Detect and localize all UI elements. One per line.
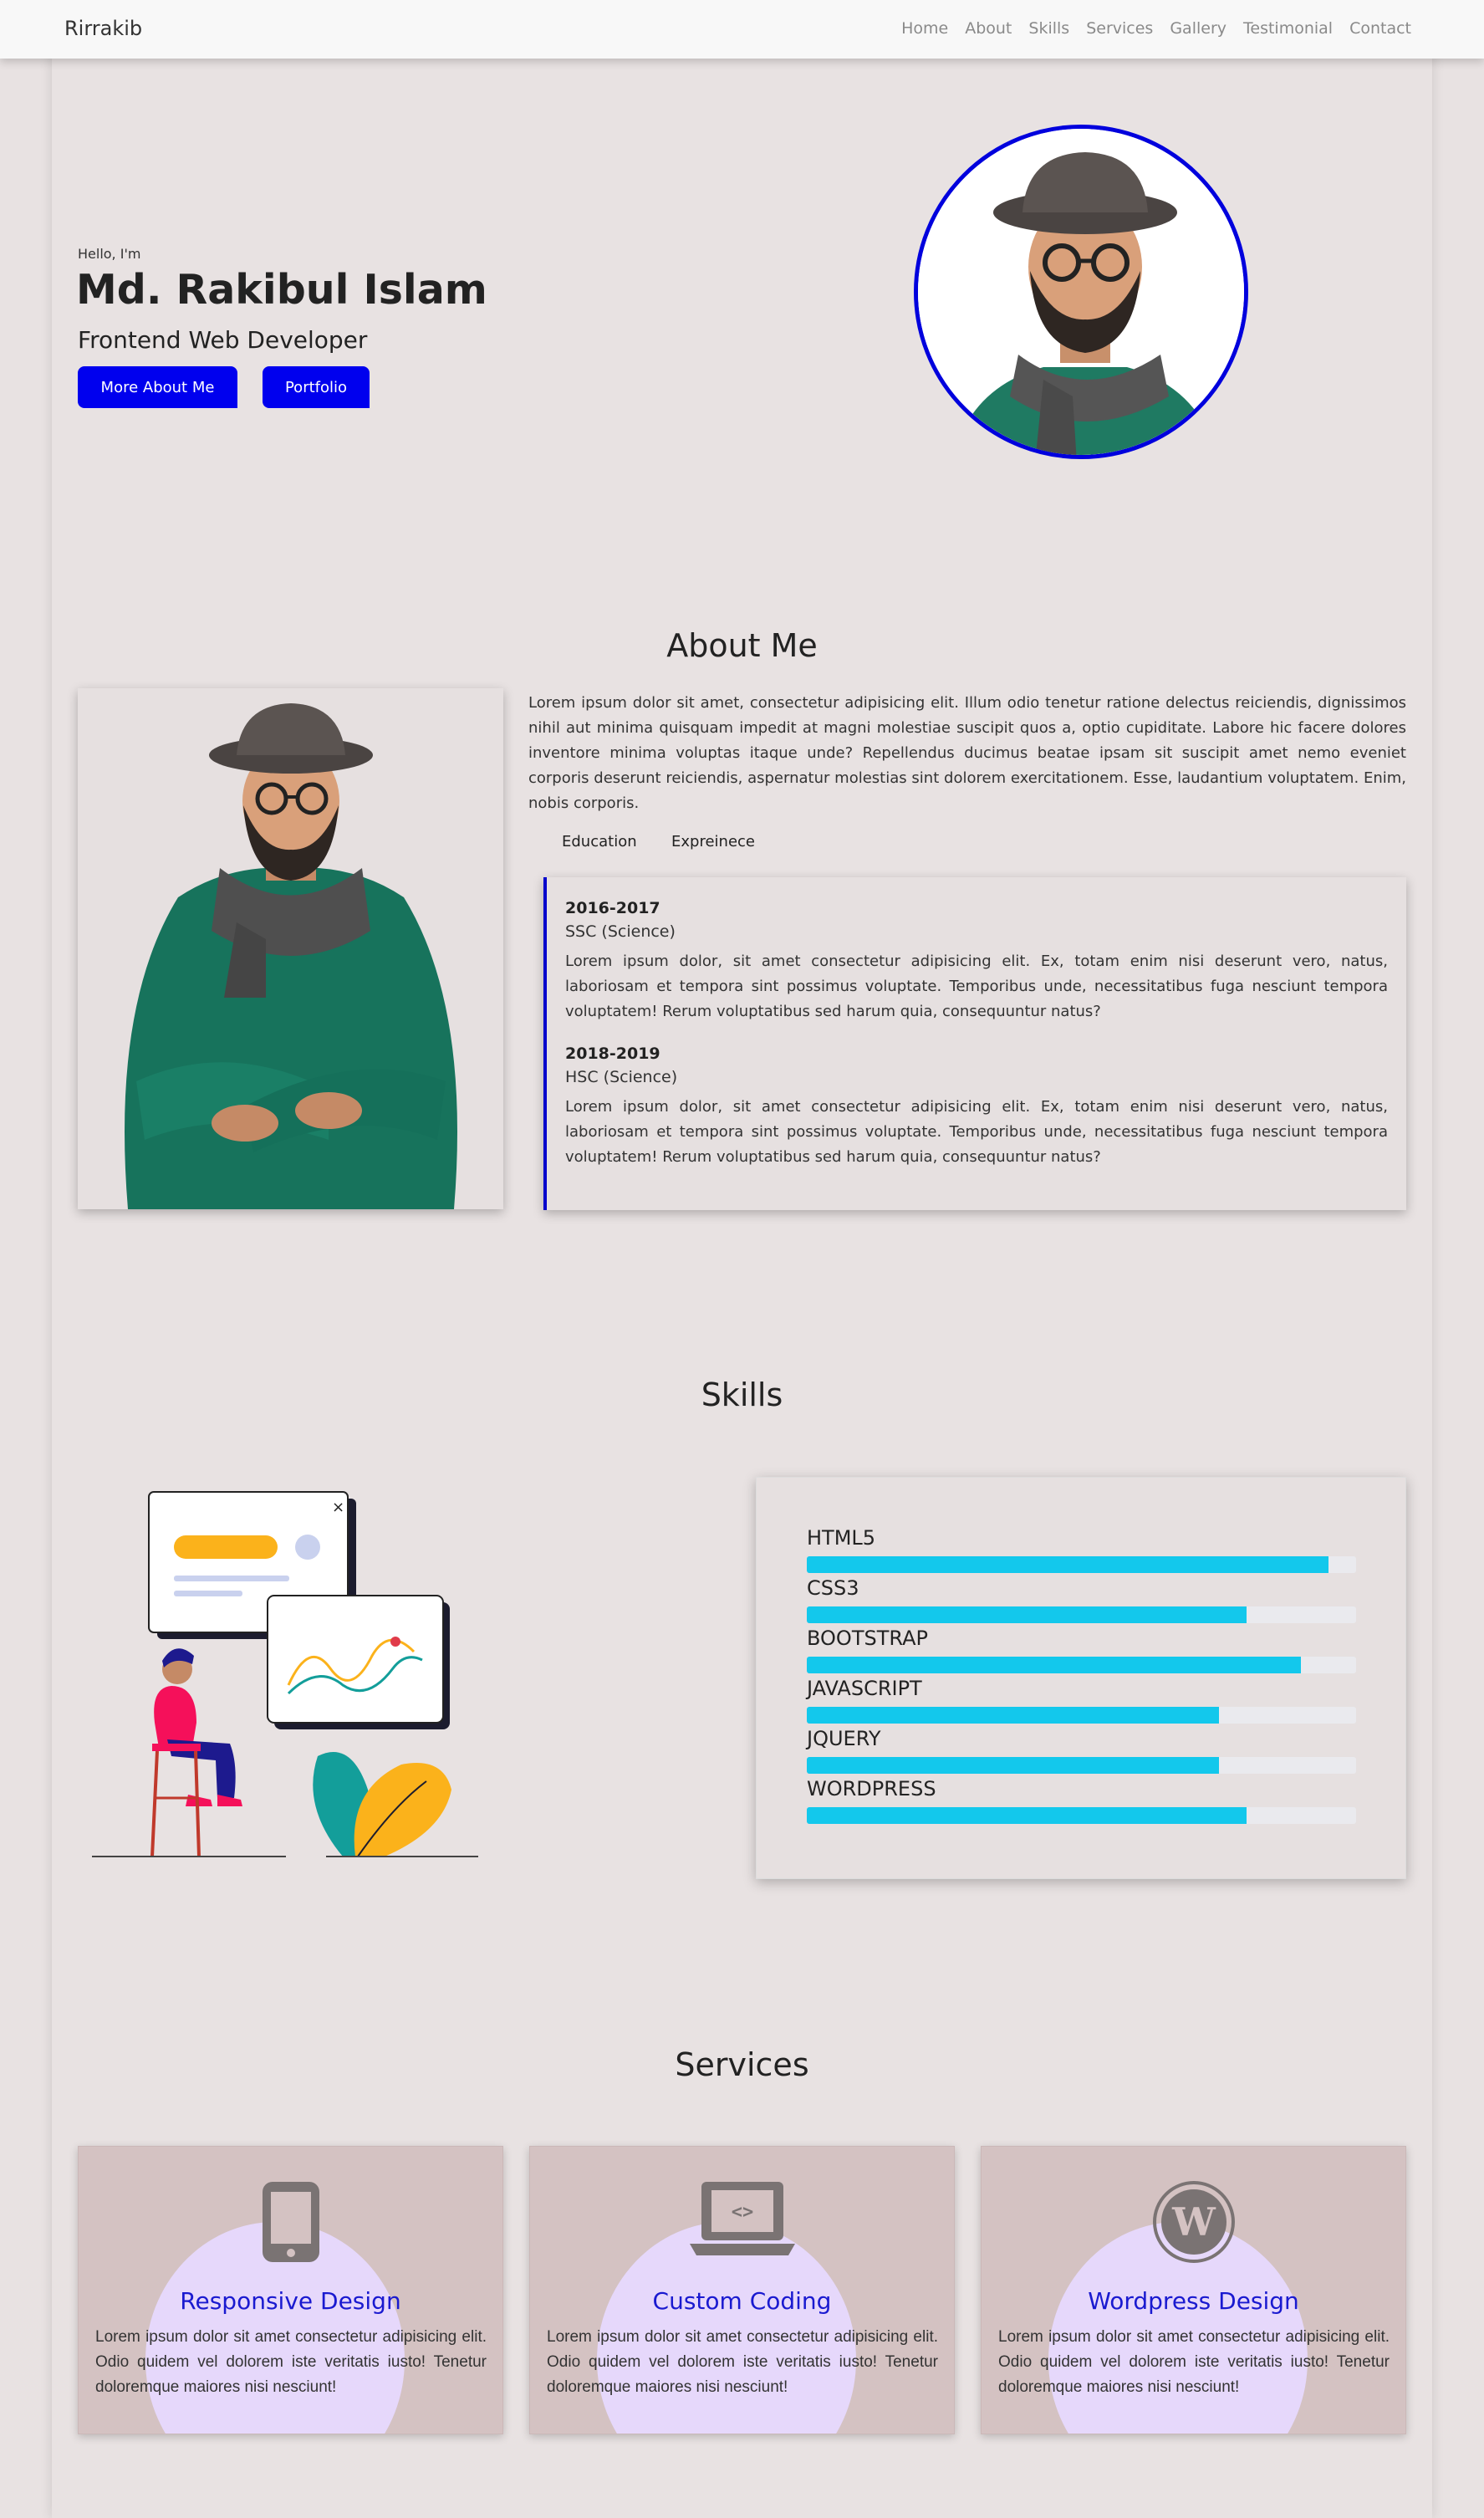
timeline-degree: SSC (Science) [565, 922, 676, 941]
svg-text:<>: <> [731, 2202, 753, 2223]
service-description: Lorem ipsum dolor sit amet consectetur a… [95, 2328, 487, 2396]
skill-progress-fill [807, 1757, 1219, 1774]
svg-text:W: W [1171, 2199, 1216, 2245]
skill-name: WORDPRESS [807, 1777, 936, 1800]
skill-progress-track [807, 1757, 1356, 1774]
timeline-year: 2018-2019 [565, 1044, 660, 1063]
about-photo [78, 688, 503, 1209]
hero-role: Frontend Web Developer [78, 326, 368, 354]
skill-progress-track [807, 1606, 1356, 1623]
skill-progress-track [807, 1556, 1356, 1573]
timeline-description: Lorem ipsum dolor, sit amet consectetur … [565, 953, 1388, 1020]
skills-card: HTML5 CSS3 BOOTSTRAP JAVASCRIPT JQUERY W… [756, 1477, 1406, 1879]
service-description: Lorem ipsum dolor sit amet consectetur a… [547, 2328, 938, 2396]
nav-link-testimonial[interactable]: Testimonial [1243, 19, 1333, 38]
skill-item: JQUERY [807, 1727, 1356, 1774]
skill-progress-fill [807, 1707, 1219, 1724]
skill-item: WORDPRESS [807, 1777, 1356, 1824]
timeline-item: 2016-2017 SSC (Science) Lorem ipsum dolo… [565, 899, 1388, 1024]
skill-progress-fill [807, 1807, 1247, 1824]
skill-progress-track [807, 1807, 1356, 1824]
nav-link-skills[interactable]: Skills [1028, 19, 1069, 38]
skills-illustration: × [92, 1489, 485, 1865]
skills-section-title: Skills [701, 1376, 783, 1413]
service-title: Custom Coding [652, 2287, 832, 2315]
timeline-degree: HSC (Science) [565, 1068, 678, 1086]
nav-link-services[interactable]: Services [1086, 19, 1153, 38]
skill-item: JAVASCRIPT [807, 1677, 1356, 1724]
nav-link-gallery[interactable]: Gallery [1170, 19, 1226, 38]
skill-progress-fill [807, 1556, 1329, 1573]
nav-links: Home About Skills Services Gallery Testi… [885, 19, 1411, 38]
timeline-item: 2018-2019 HSC (Science) Lorem ipsum dolo… [565, 1044, 1388, 1170]
nav-link-about[interactable]: About [965, 19, 1012, 38]
person-arms-crossed-image [78, 688, 503, 1209]
skill-name: HTML5 [807, 1526, 876, 1550]
service-card-custom-coding[interactable]: <> Custom Coding Lorem ipsum dolor sit a… [529, 2146, 955, 2434]
skill-item: BOOTSTRAP [807, 1627, 1356, 1673]
about-section-title: About Me [666, 627, 818, 664]
skill-name: JAVASCRIPT [807, 1677, 922, 1700]
timeline-description: Lorem ipsum dolor, sit amet consectetur … [565, 1098, 1388, 1166]
tab-education[interactable]: Education [562, 833, 637, 850]
developer-illustration: × [92, 1491, 478, 1857]
service-card-responsive[interactable]: Responsive Design Lorem ipsum dolor sit … [78, 2146, 503, 2434]
skill-name: BOOTSTRAP [807, 1627, 928, 1650]
skill-item: CSS3 [807, 1576, 1356, 1623]
skill-progress-fill [807, 1657, 1302, 1673]
hero-name: Md. Rakibul Islam [76, 266, 487, 314]
skill-progress-fill [807, 1606, 1247, 1623]
tab-experience[interactable]: Expreinece [671, 833, 755, 850]
skill-item: HTML5 [807, 1526, 1356, 1573]
skill-name: JQUERY [807, 1727, 881, 1750]
svg-text:×: × [332, 1499, 344, 1516]
service-title: Wordpress Design [1088, 2287, 1299, 2315]
service-title: Responsive Design [180, 2287, 401, 2315]
education-timeline: 2016-2017 SSC (Science) Lorem ipsum dolo… [543, 877, 1406, 1210]
navbar: Rirrakib Home About Skills Services Gall… [0, 0, 1484, 59]
more-about-me-button[interactable]: More About Me [78, 366, 237, 408]
services-section-title: Services [675, 2046, 809, 2083]
skill-name: CSS3 [807, 1576, 859, 1600]
laptop-code-icon: <> [530, 2180, 954, 2260]
page-container [52, 0, 1432, 2518]
service-description: Lorem ipsum dolor sit amet consectetur a… [998, 2328, 1390, 2396]
nav-link-home[interactable]: Home [901, 19, 948, 38]
nav-link-contact[interactable]: Contact [1349, 19, 1411, 38]
mobile-phone-icon [79, 2180, 502, 2267]
hero-avatar [914, 125, 1248, 459]
wordpress-icon: W [982, 2180, 1405, 2267]
portfolio-button[interactable]: Portfolio [263, 366, 370, 408]
skill-progress-track [807, 1707, 1356, 1724]
service-card-wordpress[interactable]: W Wordpress Design Lorem ipsum dolor sit… [981, 2146, 1406, 2434]
hero-greeting: Hello, I'm [78, 246, 141, 262]
person-portrait-image [918, 129, 1244, 455]
brand-logo[interactable]: Rirrakib [64, 17, 142, 40]
skill-progress-track [807, 1657, 1356, 1673]
timeline-year: 2016-2017 [565, 899, 660, 917]
about-description: Lorem ipsum dolor sit amet, consectetur … [528, 694, 1406, 812]
